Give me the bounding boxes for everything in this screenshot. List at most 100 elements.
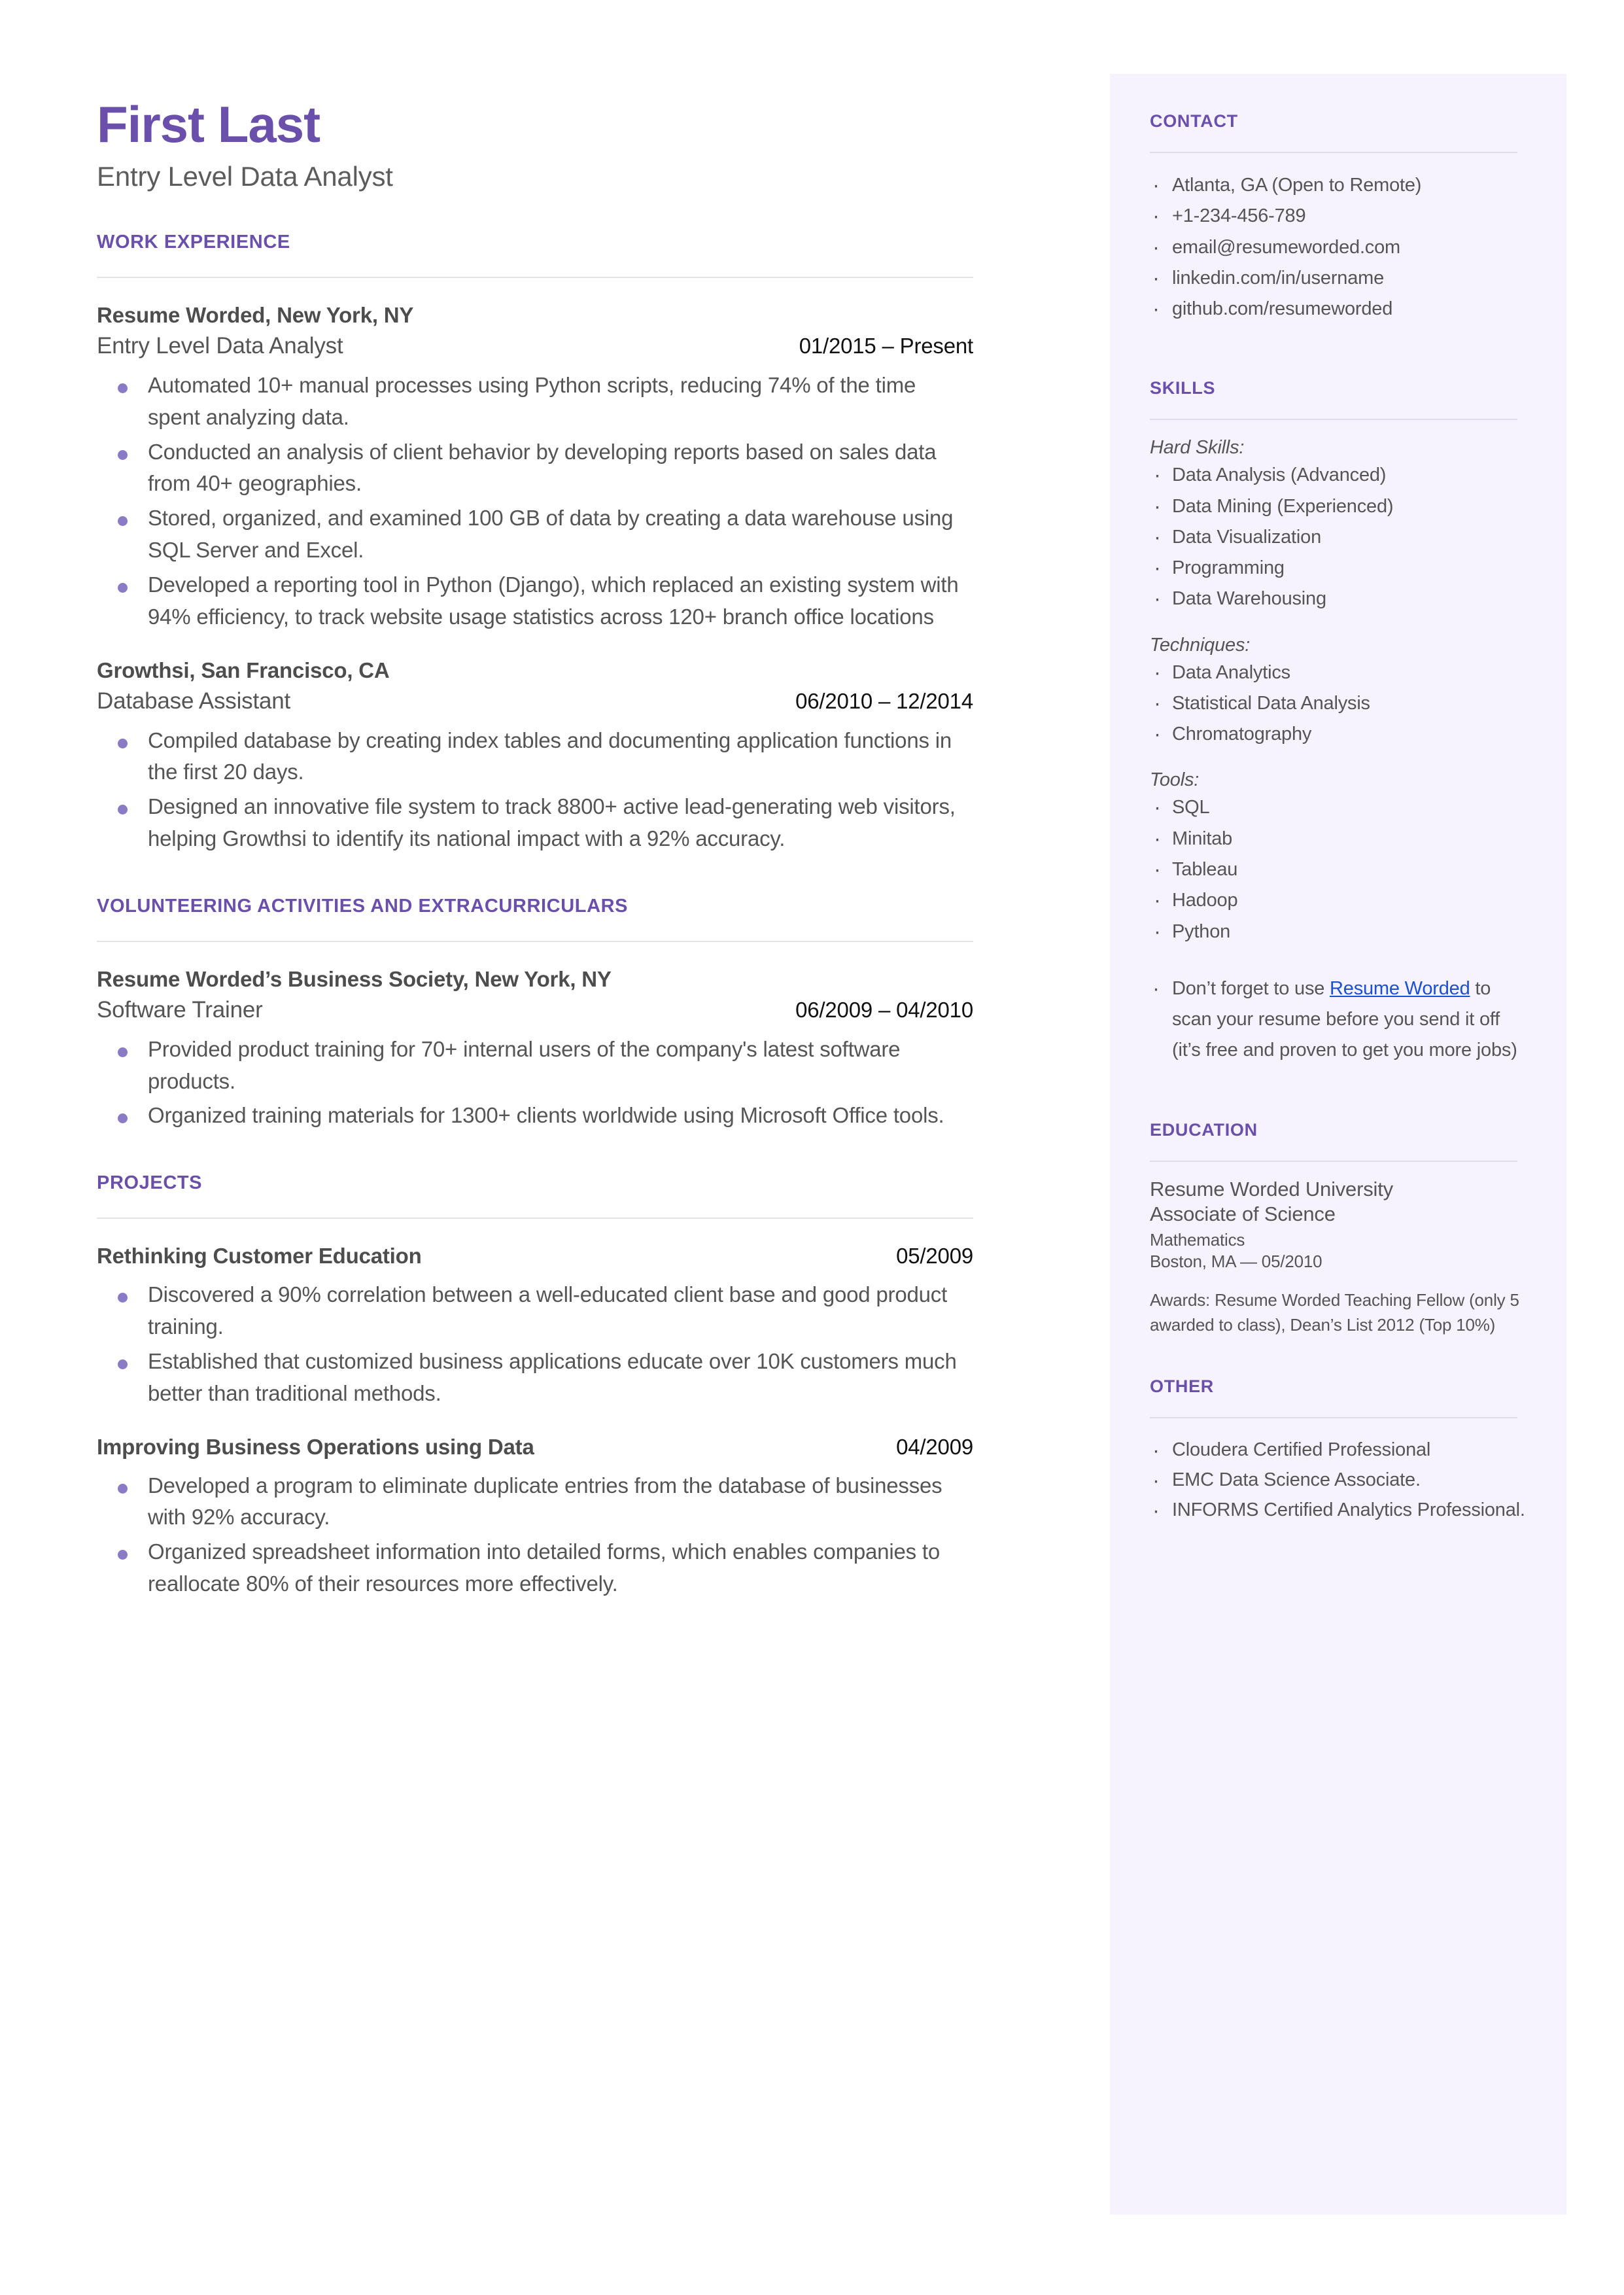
bullet-item: Organized training materials for 1300+ c… <box>97 1100 973 1132</box>
section-divider <box>97 940 973 942</box>
sidebar-divider <box>1150 152 1517 153</box>
education-degree: Associate of Science <box>1150 1202 1336 1225</box>
bullet-item: Organized spreadsheet information into d… <box>97 1536 973 1600</box>
section-projects: PROJECTS Rethinking Customer Education 0… <box>97 1172 973 1600</box>
sidebar-title-contact: CONTACT <box>1150 111 1238 131</box>
entry-date: 04/2009 <box>896 1434 973 1459</box>
main-column: First Last Entry Level Data Analyst WORK… <box>97 96 973 1607</box>
entry-bullet-list: Provided product training for 70+ intern… <box>97 1034 973 1132</box>
bullet-item: Conducted an analysis of client behavior… <box>97 436 973 500</box>
project-entry: Rethinking Customer Education 05/2009 Di… <box>97 1244 973 1409</box>
certification-item: INFORMS Certified Analytics Professional… <box>1150 1493 1528 1528</box>
bullet-item: Discovered a 90% correlation between a w… <box>97 1279 973 1343</box>
contact-item-email[interactable]: email@resumeworded.com <box>1150 230 1528 265</box>
work-entry: Growthsi, San Francisco, CA Database Ass… <box>97 658 973 855</box>
skill-item: Data Analytics <box>1150 655 1528 690</box>
skill-group-label-tools: Tools: <box>1150 769 1200 791</box>
work-entry: Resume Worded, New York, NY Entry Level … <box>97 303 973 633</box>
sidebar-column: CONTACT Atlanta, GA (Open to Remote) +1-… <box>1150 111 1528 1530</box>
section-title-work-experience: WORK EXPERIENCE <box>97 231 290 253</box>
bullet-item: Compiled database by creating index tabl… <box>97 725 973 789</box>
contact-item-linkedin[interactable]: linkedin.com/in/username <box>1150 260 1528 296</box>
skill-item: Tableau <box>1150 852 1528 887</box>
entry-organization: Growthsi, San Francisco, CA <box>97 657 390 682</box>
entry-date: 01/2015 – Present <box>799 333 974 358</box>
bullet-item: Automated 10+ manual processes using Pyt… <box>97 370 973 434</box>
skill-item: Data Mining (Experienced) <box>1150 489 1528 524</box>
section-divider <box>97 1218 973 1219</box>
education-location-date: Boston, MA — 05/2010 <box>1150 1251 1322 1271</box>
entry-role-row: Improving Business Operations using Data… <box>97 1435 973 1460</box>
entry-role-row: Database Assistant 06/2010 – 12/2014 <box>97 688 973 714</box>
entry-date: 05/2009 <box>896 1244 973 1269</box>
education-awards: Awards: Resume Worded Teaching Fellow (o… <box>1150 1289 1519 1335</box>
bullet-item: Designed an innovative file system to tr… <box>97 791 973 855</box>
education-school: Resume Worded University <box>1150 1177 1393 1200</box>
skill-list-techniques: Data Analytics Statistical Data Analysis… <box>1150 655 1528 752</box>
entry-role: Entry Level Data Analyst <box>97 332 343 359</box>
entry-organization: Resume Worded’s Business Society, New Yo… <box>97 966 612 991</box>
skill-list-tools: SQL Minitab Tableau Hadoop Python <box>1150 790 1528 949</box>
sidebar-section-other: OTHER Cloudera Certified Professional EM… <box>1150 1376 1528 1528</box>
section-title-projects: PROJECTS <box>97 1172 203 1194</box>
skill-item: Python <box>1150 913 1528 949</box>
project-entry: Improving Business Operations using Data… <box>97 1435 973 1600</box>
skill-item: Statistical Data Analysis <box>1150 686 1528 721</box>
contact-item-phone[interactable]: +1-234-456-789 <box>1150 198 1528 234</box>
entry-date: 06/2010 – 12/2014 <box>795 688 973 713</box>
skill-item: Data Visualization <box>1150 519 1528 555</box>
section-volunteering: VOLUNTEERING ACTIVITIES AND EXTRACURRICU… <box>97 896 973 1132</box>
sidebar-section-contact: CONTACT Atlanta, GA (Open to Remote) +1-… <box>1150 111 1528 326</box>
bullet-item: Provided product training for 70+ intern… <box>97 1034 973 1098</box>
certification-item: Cloudera Certified Professional <box>1150 1433 1528 1468</box>
sidebar-divider <box>1150 1160 1517 1162</box>
candidate-name: First Last <box>97 96 320 153</box>
resume-page: First Last Entry Level Data Analyst WORK… <box>0 0 1624 2295</box>
sidebar-title-other: OTHER <box>1150 1376 1214 1397</box>
bullet-item: Stored, organized, and examined 100 GB o… <box>97 502 973 567</box>
project-title: Rethinking Customer Education <box>97 1244 422 1269</box>
entry-organization: Resume Worded, New York, NY <box>97 302 414 327</box>
bullet-item: Developed a program to eliminate duplica… <box>97 1470 973 1534</box>
sidebar-section-skills: SKILLS Hard Skills: Data Analysis (Advan… <box>1150 378 1528 1066</box>
entry-bullet-list: Compiled database by creating index tabl… <box>97 725 973 855</box>
promo-note: Don’t forget to use Resume Worded to sca… <box>1150 971 1528 1066</box>
section-title-volunteering: VOLUNTEERING ACTIVITIES AND EXTRACURRICU… <box>97 895 629 917</box>
entry-role-row: Entry Level Data Analyst 01/2015 – Prese… <box>97 333 973 359</box>
sidebar-title-education: EDUCATION <box>1150 1119 1258 1140</box>
entry-role: Database Assistant <box>97 688 291 714</box>
other-list: Cloudera Certified Professional EMC Data… <box>1150 1433 1528 1528</box>
skill-item: Chromatography <box>1150 716 1528 752</box>
entry-role-row: Software Trainer 06/2009 – 04/2010 <box>97 997 973 1023</box>
entry-date: 06/2009 – 04/2010 <box>795 997 973 1022</box>
skill-item: Data Warehousing <box>1150 581 1528 616</box>
bullet-item: Established that customized business app… <box>97 1346 973 1410</box>
sidebar-divider <box>1150 1417 1517 1419</box>
entry-role: Software Trainer <box>97 996 263 1023</box>
sidebar-section-education: EDUCATION Resume Worded University Assoc… <box>1150 1120 1528 1337</box>
skill-group-label-hard-skills: Hard Skills: <box>1150 437 1245 459</box>
contact-item-github[interactable]: github.com/resumeworded <box>1150 291 1528 326</box>
entry-bullet-list: Automated 10+ manual processes using Pyt… <box>97 370 973 633</box>
sidebar-divider <box>1150 419 1517 421</box>
skill-item: Data Analysis (Advanced) <box>1150 457 1528 493</box>
certification-item: EMC Data Science Associate. <box>1150 1463 1528 1498</box>
contact-item-location: Atlanta, GA (Open to Remote) <box>1150 167 1528 203</box>
skill-item: Minitab <box>1150 821 1528 856</box>
skill-group-label-techniques: Techniques: <box>1150 634 1251 656</box>
skill-list-hard-skills: Data Analysis (Advanced) Data Mining (Ex… <box>1150 457 1528 616</box>
skill-item: Hadoop <box>1150 883 1528 918</box>
contact-list: Atlanta, GA (Open to Remote) +1-234-456-… <box>1150 167 1528 326</box>
section-divider <box>97 276 973 278</box>
entry-role-row: Rethinking Customer Education 05/2009 <box>97 1244 973 1269</box>
skill-item: SQL <box>1150 790 1528 825</box>
entry-bullet-list: Discovered a 90% correlation between a w… <box>97 1279 973 1409</box>
section-work-experience: WORK EXPERIENCE Resume Worded, New York,… <box>97 232 973 855</box>
sidebar-title-skills: SKILLS <box>1150 378 1216 398</box>
volunteering-entry: Resume Worded’s Business Society, New Yo… <box>97 967 973 1132</box>
entry-bullet-list: Developed a program to eliminate duplica… <box>97 1470 973 1600</box>
promo-text-before: Don’t forget to use <box>1172 977 1330 999</box>
skill-item: Programming <box>1150 550 1528 586</box>
resume-worded-link[interactable]: Resume Worded <box>1330 978 1470 999</box>
education-field: Mathematics <box>1150 1229 1245 1250</box>
